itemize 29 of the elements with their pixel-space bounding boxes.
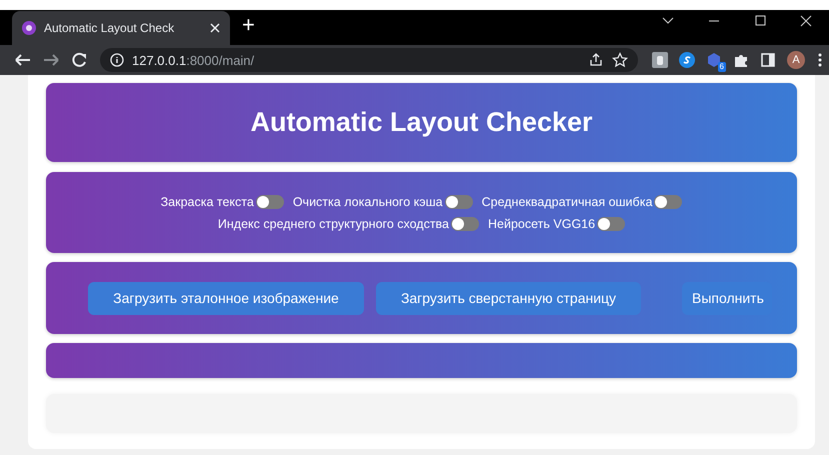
option-label: Закраска текста (160, 194, 254, 208)
action-button[interactable]: Загрузить эталонное изображение (88, 282, 364, 314)
puzzle-icon[interactable] (733, 52, 749, 68)
toggle-switch[interactable] (444, 194, 473, 208)
toggle-switch[interactable] (451, 216, 480, 230)
option-label: Среднеквадратичная ошибка (482, 194, 652, 208)
option-label: Очистка локального кэша (292, 194, 443, 208)
avatar[interactable]: A (787, 51, 805, 69)
star-icon[interactable] (612, 52, 628, 68)
new-tab-button[interactable]: + (242, 14, 255, 36)
more-icon[interactable] (816, 52, 824, 68)
action-button[interactable]: Загрузить сверстанную страницу (376, 282, 641, 314)
favicon-icon (22, 21, 36, 35)
option-label: Индекс среднего структурного сходства (218, 216, 450, 230)
browser-tab[interactable]: Automatic Layout Check (12, 11, 230, 45)
extension-icon[interactable] (679, 52, 695, 68)
toggle-switch[interactable] (256, 194, 284, 208)
app-title: Automatic Layout Checker (250, 107, 593, 138)
share-icon[interactable] (588, 52, 604, 68)
url-text: 127.0.0.1:8000/main/ (132, 52, 256, 68)
toggle-switch[interactable] (654, 194, 682, 208)
close-icon[interactable] (210, 23, 220, 33)
action-button[interactable]: Выполнить (682, 282, 772, 314)
toggle-switch[interactable] (597, 216, 626, 230)
option-label: Нейросеть VGG16 (488, 216, 596, 230)
info-icon[interactable] (110, 53, 124, 67)
tab-title: Automatic Layout Check (44, 21, 176, 35)
address-bar[interactable]: 127.0.0.1:8000/main/ (100, 48, 638, 72)
side-panel-icon[interactable] (760, 52, 776, 68)
